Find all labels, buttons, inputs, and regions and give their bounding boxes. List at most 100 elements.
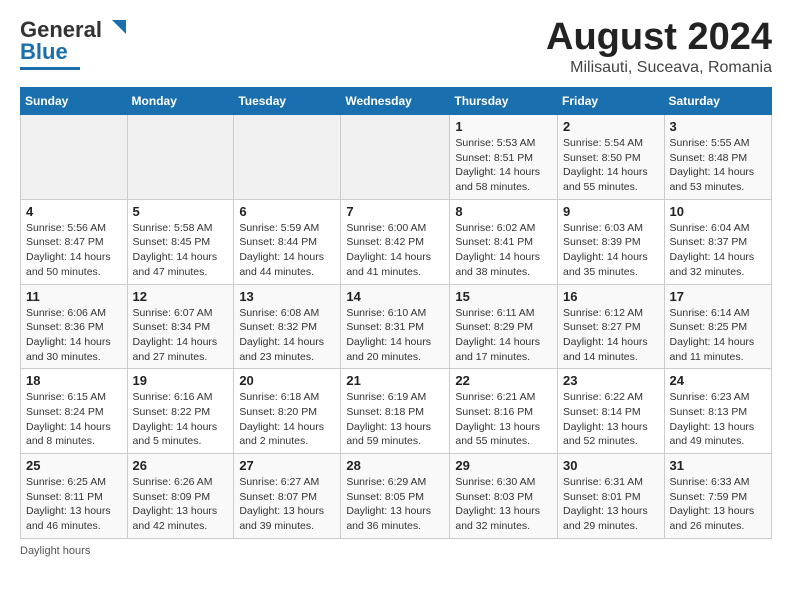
day-number: 28 bbox=[346, 458, 444, 473]
day-info: Sunrise: 6:02 AMSunset: 8:41 PMDaylight:… bbox=[455, 221, 552, 280]
day-number: 17 bbox=[670, 289, 766, 304]
day-number: 1 bbox=[455, 119, 552, 134]
calendar-cell: 15 Sunrise: 6:11 AMSunset: 8:29 PMDayligh… bbox=[450, 284, 558, 369]
location-subtitle: Milisauti, Suceava, Romania bbox=[546, 59, 772, 77]
calendar-cell: 10Sunrise: 6:04 AMSunset: 8:37 PMDayligh… bbox=[664, 199, 771, 284]
day-info: Sunrise: 6:00 AMSunset: 8:42 PMDaylight:… bbox=[346, 221, 444, 280]
calendar-row-4: 18 Sunrise: 6:15 AMSunset: 8:24 PMDayligh… bbox=[21, 369, 772, 454]
calendar-cell: 8 Sunrise: 6:02 AMSunset: 8:41 PMDaylight… bbox=[450, 199, 558, 284]
day-info: Sunrise: 6:14 AMSunset: 8:25 PMDaylight:… bbox=[670, 306, 766, 365]
day-info: Sunrise: 6:12 AMSunset: 8:27 PMDaylight:… bbox=[563, 306, 659, 365]
day-info: Sunrise: 6:23 AMSunset: 8:13 PMDaylight:… bbox=[670, 390, 766, 449]
calendar-cell: 20Sunrise: 6:18 AMSunset: 8:20 PMDayligh… bbox=[234, 369, 341, 454]
day-number: 10 bbox=[670, 204, 766, 219]
day-info: Sunrise: 6:30 AMSunset: 8:03 PMDaylight:… bbox=[455, 475, 552, 534]
day-number: 7 bbox=[346, 204, 444, 219]
day-number: 27 bbox=[239, 458, 335, 473]
calendar-cell: 12Sunrise: 6:07 AMSunset: 8:34 PMDayligh… bbox=[127, 284, 234, 369]
month-year-title: August 2024 bbox=[546, 16, 772, 59]
page: General Blue August 2024 Milisauti, Suce… bbox=[0, 0, 792, 573]
day-number: 12 bbox=[133, 289, 229, 304]
calendar-cell: 21 Sunrise: 6:19 AMSunset: 8:18 PMDayligh… bbox=[341, 369, 450, 454]
day-info: Sunrise: 6:29 AMSunset: 8:05 PMDaylight:… bbox=[346, 475, 444, 534]
calendar-row-3: 11Sunrise: 6:06 AMSunset: 8:36 PMDayligh… bbox=[21, 284, 772, 369]
day-number: 13 bbox=[239, 289, 335, 304]
day-number: 16 bbox=[563, 289, 659, 304]
calendar-cell: 24Sunrise: 6:23 AMSunset: 8:13 PMDayligh… bbox=[664, 369, 771, 454]
day-number: 14 bbox=[346, 289, 444, 304]
day-number: 8 bbox=[455, 204, 552, 219]
day-info: Sunrise: 6:15 AMSunset: 8:24 PMDaylight:… bbox=[26, 390, 122, 449]
day-info: Sunrise: 6:33 AMSunset: 7:59 PMDaylight:… bbox=[670, 475, 766, 534]
header-thursday: Thursday bbox=[450, 88, 558, 115]
calendar-cell: 28 Sunrise: 6:29 AMSunset: 8:05 PMDayligh… bbox=[341, 454, 450, 539]
day-info: Sunrise: 6:11 AMSunset: 8:29 PMDaylight:… bbox=[455, 306, 552, 365]
calendar-cell: 7 Sunrise: 6:00 AMSunset: 8:42 PMDaylight… bbox=[341, 199, 450, 284]
calendar-row-5: 25Sunrise: 6:25 AMSunset: 8:11 PMDayligh… bbox=[21, 454, 772, 539]
day-number: 22 bbox=[455, 373, 552, 388]
day-info: Sunrise: 6:27 AMSunset: 8:07 PMDaylight:… bbox=[239, 475, 335, 534]
calendar-row-1: 1 Sunrise: 5:53 AMSunset: 8:51 PMDaylight… bbox=[21, 115, 772, 200]
day-info: Sunrise: 6:25 AMSunset: 8:11 PMDaylight:… bbox=[26, 475, 122, 534]
header-tuesday: Tuesday bbox=[234, 88, 341, 115]
calendar-row-2: 4 Sunrise: 5:56 AMSunset: 8:47 PMDaylight… bbox=[21, 199, 772, 284]
logo-icon bbox=[104, 16, 126, 38]
day-number: 23 bbox=[563, 373, 659, 388]
calendar-cell: 11Sunrise: 6:06 AMSunset: 8:36 PMDayligh… bbox=[21, 284, 128, 369]
day-number: 6 bbox=[239, 204, 335, 219]
day-number: 26 bbox=[133, 458, 229, 473]
logo-text-blue: Blue bbox=[20, 39, 68, 65]
calendar-cell: 22 Sunrise: 6:21 AMSunset: 8:16 PMDayligh… bbox=[450, 369, 558, 454]
calendar-header: Sunday Monday Tuesday Wednesday Thursday… bbox=[21, 88, 772, 115]
day-info: Sunrise: 6:03 AMSunset: 8:39 PMDaylight:… bbox=[563, 221, 659, 280]
day-info: Sunrise: 5:55 AMSunset: 8:48 PMDaylight:… bbox=[670, 136, 766, 195]
day-number: 20 bbox=[239, 373, 335, 388]
calendar-cell: 16 Sunrise: 6:12 AMSunset: 8:27 PMDayligh… bbox=[558, 284, 665, 369]
day-number: 30 bbox=[563, 458, 659, 473]
calendar-cell: 27 Sunrise: 6:27 AMSunset: 8:07 PMDayligh… bbox=[234, 454, 341, 539]
day-info: Sunrise: 6:22 AMSunset: 8:14 PMDaylight:… bbox=[563, 390, 659, 449]
day-number: 21 bbox=[346, 373, 444, 388]
day-info: Sunrise: 6:19 AMSunset: 8:18 PMDaylight:… bbox=[346, 390, 444, 449]
calendar-cell: 1 Sunrise: 5:53 AMSunset: 8:51 PMDaylight… bbox=[450, 115, 558, 200]
calendar-cell: 3Sunrise: 5:55 AMSunset: 8:48 PMDaylight… bbox=[664, 115, 771, 200]
calendar-cell: 19Sunrise: 6:16 AMSunset: 8:22 PMDayligh… bbox=[127, 369, 234, 454]
calendar-cell: 13Sunrise: 6:08 AMSunset: 8:32 PMDayligh… bbox=[234, 284, 341, 369]
logo: General Blue bbox=[20, 16, 126, 70]
header-sunday: Sunday bbox=[21, 88, 128, 115]
header: General Blue August 2024 Milisauti, Suce… bbox=[20, 16, 772, 77]
day-number: 18 bbox=[26, 373, 122, 388]
day-info: Sunrise: 6:16 AMSunset: 8:22 PMDaylight:… bbox=[133, 390, 229, 449]
day-info: Sunrise: 6:21 AMSunset: 8:16 PMDaylight:… bbox=[455, 390, 552, 449]
title-block: August 2024 Milisauti, Suceava, Romania bbox=[546, 16, 772, 77]
day-number: 31 bbox=[670, 458, 766, 473]
day-number: 11 bbox=[26, 289, 122, 304]
calendar-cell: 31 Sunrise: 6:33 AMSunset: 7:59 PMDayligh… bbox=[664, 454, 771, 539]
day-number: 2 bbox=[563, 119, 659, 134]
day-number: 4 bbox=[26, 204, 122, 219]
logo-line bbox=[20, 67, 80, 70]
calendar-cell: 4 Sunrise: 5:56 AMSunset: 8:47 PMDaylight… bbox=[21, 199, 128, 284]
day-info: Sunrise: 6:31 AMSunset: 8:01 PMDaylight:… bbox=[563, 475, 659, 534]
calendar-cell: 6Sunrise: 5:59 AMSunset: 8:44 PMDaylight… bbox=[234, 199, 341, 284]
day-number: 29 bbox=[455, 458, 552, 473]
calendar-cell bbox=[127, 115, 234, 200]
calendar-cell bbox=[234, 115, 341, 200]
header-monday: Monday bbox=[127, 88, 234, 115]
day-number: 15 bbox=[455, 289, 552, 304]
calendar-cell bbox=[341, 115, 450, 200]
day-number: 9 bbox=[563, 204, 659, 219]
calendar-cell: 25Sunrise: 6:25 AMSunset: 8:11 PMDayligh… bbox=[21, 454, 128, 539]
calendar-cell: 9 Sunrise: 6:03 AMSunset: 8:39 PMDaylight… bbox=[558, 199, 665, 284]
header-friday: Friday bbox=[558, 88, 665, 115]
calendar-table: Sunday Monday Tuesday Wednesday Thursday… bbox=[20, 87, 772, 539]
header-row: Sunday Monday Tuesday Wednesday Thursday… bbox=[21, 88, 772, 115]
calendar-cell bbox=[21, 115, 128, 200]
day-info: Sunrise: 5:56 AMSunset: 8:47 PMDaylight:… bbox=[26, 221, 122, 280]
daylight-label: Daylight hours bbox=[20, 545, 90, 557]
calendar-cell: 14Sunrise: 6:10 AMSunset: 8:31 PMDayligh… bbox=[341, 284, 450, 369]
calendar-cell: 29 Sunrise: 6:30 AMSunset: 8:03 PMDayligh… bbox=[450, 454, 558, 539]
day-info: Sunrise: 5:54 AMSunset: 8:50 PMDaylight:… bbox=[563, 136, 659, 195]
day-info: Sunrise: 5:53 AMSunset: 8:51 PMDaylight:… bbox=[455, 136, 552, 195]
calendar-body: 1 Sunrise: 5:53 AMSunset: 8:51 PMDaylight… bbox=[21, 115, 772, 539]
